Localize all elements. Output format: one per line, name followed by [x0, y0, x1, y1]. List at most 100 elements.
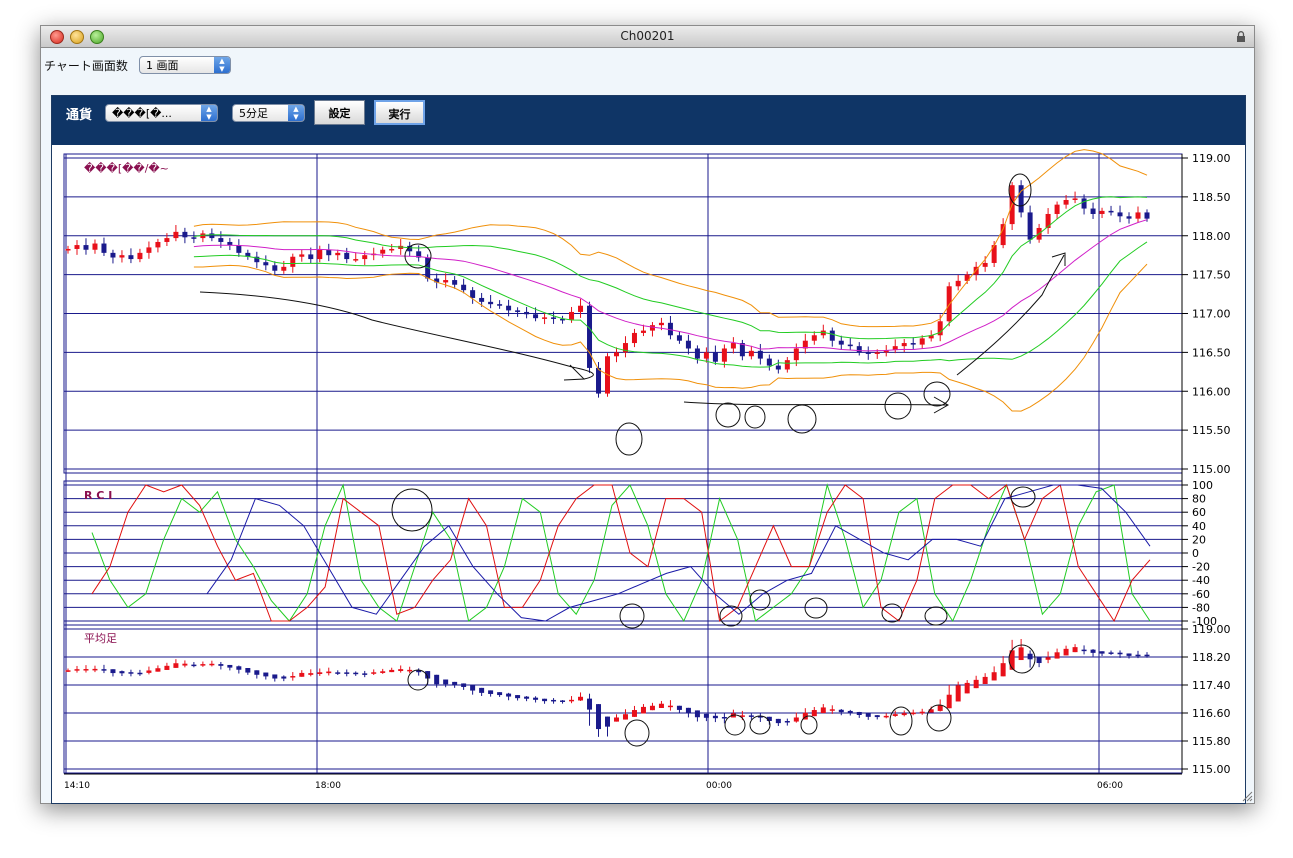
time-axis-label: 14:10	[64, 781, 90, 791]
y#1-tick-label: 40	[1192, 520, 1206, 533]
heikin-ashi-candle	[524, 696, 530, 699]
time-axis-label: 06:00	[1097, 781, 1123, 791]
heikin-ashi-candle	[1045, 657, 1051, 660]
heikin-ashi-candle	[389, 669, 395, 673]
y#0-tick-label: 116.50	[1192, 346, 1231, 359]
price-candle	[793, 348, 799, 361]
currency-label: 通貨	[66, 108, 93, 123]
chevron-updown-icon: ▲ ▼	[288, 105, 304, 121]
annotation-circle	[724, 714, 746, 736]
price-candle	[955, 280, 961, 287]
price-candle	[335, 252, 341, 256]
price-candle	[829, 330, 835, 341]
run-button[interactable]: 実行	[374, 100, 425, 125]
price-candle	[290, 256, 296, 267]
price-candle	[703, 352, 709, 359]
heikin-ashi-candle	[613, 717, 619, 722]
y#1-tick-label: 100	[1192, 479, 1213, 492]
heikin-ashi-candle	[1027, 653, 1033, 660]
y#1-tick-label: -20	[1192, 561, 1210, 574]
resize-grip-icon[interactable]	[1242, 791, 1253, 802]
heikin-ashi-candle	[973, 679, 979, 689]
price-candle	[524, 311, 530, 315]
heikin-ashi-candle	[847, 710, 853, 714]
price-candle	[847, 344, 853, 347]
annotation-circle	[1010, 486, 1036, 508]
heikin-ashi-candle	[1000, 663, 1006, 677]
price-candle	[308, 254, 314, 260]
chart-area[interactable]: ���[��/�~ R C I 平均足 119.00 118.50 118.00 11…	[52, 145, 1245, 801]
heikin-ashi-candle	[560, 700, 566, 702]
heikin-ashi-candle	[605, 716, 610, 727]
y#1-tick-label: 60	[1192, 506, 1206, 519]
price-candle	[1081, 198, 1087, 209]
price-candle	[173, 231, 179, 239]
y#2-tick-label: 118.20	[1192, 651, 1231, 664]
y#2-tick-label: 117.40	[1192, 679, 1231, 692]
y#1-tick-label: 0	[1192, 547, 1199, 560]
price-candle	[164, 238, 170, 242]
price-candle	[299, 254, 305, 257]
heikin-ashi-candle	[308, 673, 314, 675]
price-candle	[1072, 198, 1078, 200]
heikin-ashi-candle	[622, 714, 628, 720]
annotation-circle	[719, 605, 743, 627]
period-select-value: 5分足	[239, 107, 268, 120]
price-candle	[551, 317, 557, 319]
hand-drawn-annotations	[199, 173, 1066, 747]
heikin-ashi-candle	[569, 699, 575, 702]
heikin-ashi-candle	[470, 685, 476, 691]
heikin-ashi-candle	[901, 713, 907, 716]
period-select[interactable]: 5分足 ▲ ▼	[232, 104, 305, 122]
annotation-circle	[407, 669, 429, 691]
heikin-ashi-candle	[748, 715, 754, 717]
annotation-circle	[800, 715, 818, 735]
price-candle	[281, 266, 287, 271]
heikin-ashi-candle	[434, 674, 440, 685]
annotation-circle	[624, 719, 650, 747]
price-candle	[1054, 204, 1060, 214]
price-candle	[721, 348, 727, 362]
heikin-ashi-candle	[344, 672, 350, 674]
price-candle	[1063, 199, 1069, 205]
price-candle	[317, 249, 323, 260]
heikin-ashi-candle	[1135, 654, 1141, 657]
price-candle	[362, 255, 368, 260]
price-candle	[209, 233, 215, 239]
price-candle	[784, 360, 790, 370]
heikin-ashi-candle	[551, 699, 557, 702]
price-candle	[569, 311, 575, 320]
annotation-circle	[884, 392, 912, 420]
heikin-ashi-candle	[137, 672, 143, 675]
heikin-ashi-candle	[236, 666, 242, 670]
heikin-ashi-candle	[506, 693, 512, 697]
price-chart	[65, 149, 1150, 412]
lock-icon	[1237, 31, 1245, 42]
price-candle	[83, 245, 89, 250]
heikin-ashi-title: 平均足	[84, 632, 117, 645]
annotation-circle	[744, 405, 766, 429]
heikin-ashi-candle	[1099, 651, 1105, 654]
screens-select[interactable]: 1 画面 ▲ ▼	[139, 56, 231, 74]
currency-select[interactable]: ���[�... ▲ ▼	[105, 104, 218, 122]
heikin-ashi-candle	[578, 696, 584, 701]
price-candle	[182, 231, 188, 238]
heikin-ashi-candle	[488, 690, 494, 694]
heikin-ashi-candle	[407, 669, 413, 672]
heikin-ashi-candle	[991, 672, 997, 681]
price-candle	[578, 305, 584, 312]
heikin-ashi-candle	[1072, 647, 1078, 653]
price-candle	[92, 243, 98, 250]
price-candle	[497, 304, 503, 306]
annotation-circle	[924, 606, 948, 626]
chart-screen-bar: チャート画面数 1 画面 ▲ ▼	[41, 48, 1254, 90]
heikin-ashi-candle	[694, 710, 700, 718]
heikin-ashi-candle	[721, 716, 727, 719]
settings-button[interactable]: 設定	[314, 100, 365, 125]
heikin-ashi-candle	[263, 672, 269, 677]
price-candle	[155, 241, 161, 248]
title-bar[interactable]: Ch00201	[41, 26, 1254, 48]
price-candle	[658, 322, 664, 326]
heikin-ashi-candle	[1036, 656, 1042, 664]
heikin-ashi-candle	[542, 698, 548, 702]
